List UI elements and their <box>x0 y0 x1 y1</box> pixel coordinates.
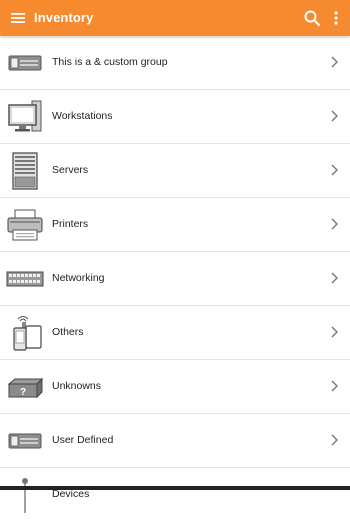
list-item-custom-group[interactable]: This is a & custom group <box>0 36 350 90</box>
chevron-right-icon <box>331 326 338 338</box>
device-box-icon <box>8 55 42 71</box>
list-item-label: Servers <box>52 164 89 176</box>
workstation-icon <box>8 100 42 132</box>
list-item-servers[interactable]: Servers <box>0 144 350 198</box>
chevron-right-icon <box>331 218 338 230</box>
list-item-label: Unknowns <box>52 380 102 392</box>
svg-text:?: ? <box>20 387 26 398</box>
inventory-list: This is a & custom group Workstations Se… <box>0 36 350 521</box>
list-item-label: Workstations <box>52 110 113 122</box>
list-item-unknowns[interactable]: ? Unknowns <box>0 360 350 414</box>
list-item-workstations[interactable]: Workstations <box>0 90 350 144</box>
search-icon[interactable] <box>303 9 321 27</box>
printer-icon <box>7 209 43 241</box>
chevron-right-icon <box>331 380 338 392</box>
bottom-edge <box>0 486 350 490</box>
chevron-right-icon <box>331 434 338 446</box>
unknown-box-icon: ? <box>7 377 44 399</box>
chevron-right-icon <box>331 164 338 176</box>
network-switch-icon <box>6 271 44 287</box>
menu-icon[interactable] <box>10 10 26 26</box>
app-bar: Inventory <box>0 0 350 36</box>
list-item-label: Others <box>52 326 84 338</box>
list-item-printers[interactable]: Printers <box>0 198 350 252</box>
list-item-label: This is a & custom group <box>52 56 168 68</box>
list-item-user-defined[interactable]: User Defined <box>0 414 350 468</box>
chevron-right-icon <box>331 56 338 68</box>
chevron-right-icon <box>331 110 338 122</box>
list-item-networking[interactable]: Networking <box>0 252 350 306</box>
more-vert-icon[interactable] <box>331 10 341 26</box>
device-box-icon <box>8 433 42 449</box>
chevron-right-icon <box>331 272 338 284</box>
list-item-devices[interactable]: Devices <box>0 468 350 521</box>
list-item-others[interactable]: Others <box>0 306 350 360</box>
page-title: Inventory <box>34 10 94 25</box>
server-icon <box>12 152 38 190</box>
list-item-label: Printers <box>52 218 89 230</box>
device-antenna-icon <box>22 478 28 513</box>
others-devices-icon <box>13 316 42 351</box>
list-item-label: Networking <box>52 272 105 284</box>
list-item-label: User Defined <box>52 434 114 446</box>
